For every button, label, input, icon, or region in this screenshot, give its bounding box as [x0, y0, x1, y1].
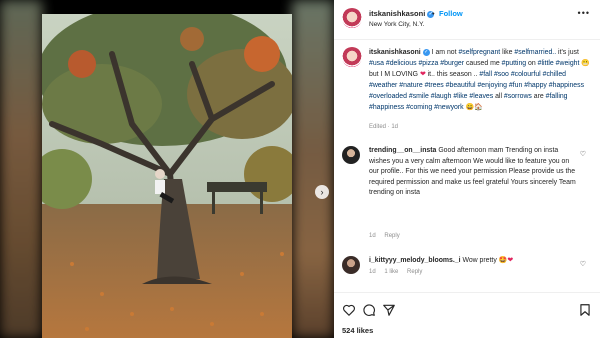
post-header: itskanishkasoni ✓ • Follow New York City,… — [334, 0, 600, 40]
commenter-avatar[interactable] — [342, 146, 360, 164]
header-separator: • — [432, 9, 435, 18]
post-media[interactable]: › — [0, 0, 334, 338]
commenter-username[interactable]: trending__on__insta — [369, 147, 436, 154]
hashtag-link[interactable]: #happy — [524, 82, 547, 89]
hashtag-link[interactable]: #little — [538, 60, 554, 67]
hashtag-link[interactable]: #overloaded — [369, 93, 407, 100]
post-side-panel: itskanishkasoni ✓ • Follow New York City,… — [334, 0, 600, 338]
comment-text: trending__on__insta Good afternoon mam T… — [369, 146, 581, 199]
hashtag-link[interactable]: #putting — [502, 60, 527, 67]
more-options-icon[interactable]: ••• — [578, 8, 590, 18]
hashtag-link[interactable]: #falling — [546, 93, 568, 100]
post-location[interactable]: New York City, N.Y. — [369, 21, 424, 28]
heart-icon[interactable]: ♡ — [580, 150, 586, 158]
comment-icon[interactable] — [362, 303, 376, 317]
comment-time: 1d — [369, 233, 376, 239]
hashtag-link[interactable]: #soo — [494, 71, 509, 78]
smiley-house-emoji-icon: 😄🏠 — [465, 104, 483, 111]
media-blur-right — [292, 0, 334, 338]
caption-author-avatar[interactable] — [342, 47, 362, 67]
hashtag-link[interactable]: #weight — [556, 60, 580, 67]
grimace-emoji-icon: 😬 — [581, 60, 590, 67]
hashtag-link[interactable]: #fun — [509, 82, 522, 89]
hashtag-link[interactable]: #burger — [440, 60, 464, 67]
hashtag-link[interactable]: #selfmarried.. — [514, 49, 556, 56]
star-struck-heart-emoji-icon: 🤩❤ — [498, 257, 514, 264]
hashtag-link[interactable]: #delicious — [386, 60, 417, 67]
like-count[interactable]: 524 likes — [342, 326, 373, 335]
comment-body: Good afternoon mam Trending on insta wis… — [369, 147, 576, 196]
heart-icon[interactable]: ♡ — [580, 260, 586, 268]
hashtag-link[interactable]: #pizza — [418, 60, 438, 67]
hashtag-link[interactable]: #selfpregnant — [458, 49, 500, 56]
comment-meta: 1d Reply — [369, 233, 407, 239]
comment-text: i_kittyyy_melody_blooms._i Wow pretty 🤩❤ — [369, 256, 581, 267]
reply-button[interactable]: Reply — [384, 233, 399, 239]
author-username[interactable]: itskanishkasoni ✓ — [369, 9, 435, 18]
hashtag-link[interactable]: #trees — [425, 82, 444, 89]
hashtag-link[interactable]: #newyork — [434, 104, 464, 111]
bookmark-icon[interactable] — [578, 303, 592, 317]
hashtag-link[interactable]: #enjoying — [477, 82, 507, 89]
hashtag-link[interactable]: #coming — [406, 104, 432, 111]
commenter-username[interactable]: i_kittyyy_melody_blooms._i — [369, 257, 461, 264]
comment-meta: 1d 1 like Reply — [369, 269, 429, 275]
verified-badge-icon: ✓ — [422, 48, 430, 56]
red-heart-emoji-icon: ❤ — [419, 71, 426, 78]
media-blur-left — [0, 0, 42, 338]
author-avatar[interactable] — [342, 8, 362, 28]
hashtag-link[interactable]: #leaves — [469, 93, 493, 100]
hashtag-link[interactable]: #fall — [479, 71, 492, 78]
caption-text: itskanishkasoni ✓ I am not #selfpregnant … — [369, 47, 593, 113]
hashtag-link[interactable]: #happiness — [369, 104, 404, 111]
reply-button[interactable]: Reply — [407, 269, 422, 275]
hashtag-link[interactable]: #usa — [369, 60, 384, 67]
share-icon[interactable] — [382, 303, 396, 317]
comment-time: 1d — [369, 269, 376, 275]
commenter-avatar[interactable] — [342, 256, 360, 274]
caption-meta: Edited · 1d — [369, 124, 399, 130]
hashtag-link[interactable]: #laugh — [431, 93, 452, 100]
caption-body-mid: but I M LOVING — [369, 71, 419, 78]
comment-like-count[interactable]: 1 like — [384, 269, 398, 275]
post-photo — [42, 14, 292, 338]
next-photo-button[interactable]: › — [315, 185, 329, 199]
hashtag-link[interactable]: #sorrows — [504, 93, 532, 100]
hashtag-link[interactable]: #happiness — [549, 82, 584, 89]
hashtag-link[interactable]: #like — [453, 93, 467, 100]
hashtag-link[interactable]: #colourful — [511, 71, 541, 78]
hashtag-link[interactable]: #nature — [399, 82, 422, 89]
hashtag-link[interactable]: #beautiful — [446, 82, 476, 89]
hashtag-link[interactable]: #weather — [369, 82, 397, 89]
comment-body: Wow pretty — [462, 257, 497, 264]
caption-username[interactable]: itskanishkasoni — [369, 49, 421, 56]
chevron-right-icon: › — [320, 187, 324, 197]
hashtag-link[interactable]: #chilled — [543, 71, 566, 78]
heart-icon[interactable] — [342, 303, 356, 317]
post-actions: 524 likes — [334, 292, 600, 338]
hashtag-link[interactable]: #smile — [409, 93, 429, 100]
follow-button[interactable]: Follow — [439, 9, 463, 18]
